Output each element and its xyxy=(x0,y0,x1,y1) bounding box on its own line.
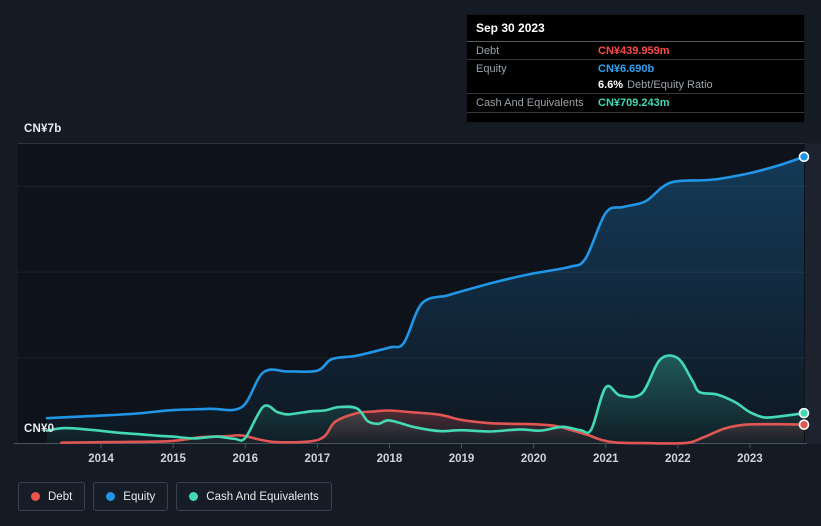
tooltip-debt-value: CN¥439.959m xyxy=(598,44,670,57)
tooltip-row-debt: Debt CN¥439.959m xyxy=(467,42,804,60)
x-axis-label: 2021 xyxy=(593,453,619,465)
x-axis-label: 2014 xyxy=(88,453,114,465)
legend-item-debt[interactable]: Debt xyxy=(18,482,86,511)
equity-end-marker xyxy=(798,151,810,163)
x-axis-label: 2015 xyxy=(160,453,186,465)
debt-equity-ratio-label: Debt/Equity Ratio xyxy=(627,79,713,91)
tooltip-row-cash: Cash And Equivalents CN¥709.243m xyxy=(467,94,804,113)
x-axis-label: 2018 xyxy=(377,453,403,465)
debt-equity-ratio-value: 6.6% xyxy=(598,79,624,91)
tooltip-cash-label: Cash And Equivalents xyxy=(476,97,584,109)
tooltip-equity-label: Equity xyxy=(476,62,507,75)
legend-debt-label: Debt xyxy=(48,490,73,503)
chart-tooltip: Sep 30 2023 Debt CN¥439.959m Equity CN¥6… xyxy=(466,14,805,123)
legend-cash-label: Cash And Equivalents xyxy=(206,490,319,503)
cash-series-dot-icon xyxy=(189,492,199,501)
equity-series-dot-icon xyxy=(106,492,116,501)
debt-series-dot-icon xyxy=(31,492,40,501)
cash-and-equivalents-end-marker xyxy=(798,407,810,419)
x-axis-label: 2017 xyxy=(305,453,331,465)
y-axis-zero-label: CN¥0 xyxy=(24,423,55,435)
y-axis-top-label: CN¥7b xyxy=(24,123,62,135)
tooltip-debt-label: Debt xyxy=(476,44,500,57)
tooltip-date: Sep 30 2023 xyxy=(467,15,804,42)
x-axis-label: 2023 xyxy=(737,453,763,465)
tooltip-row-ratio: 6.6% Debt/Equity Ratio xyxy=(467,77,804,94)
tooltip-cash-value: CN¥709.243m xyxy=(598,97,670,109)
x-axis-label: 2019 xyxy=(449,453,475,465)
x-axis-label: 2022 xyxy=(665,453,691,465)
chart-legend: Debt Equity Cash And Equivalents xyxy=(18,482,332,511)
x-axis-label: 2016 xyxy=(232,453,258,465)
legend-item-equity[interactable]: Equity xyxy=(93,482,169,511)
hover-strip xyxy=(805,143,821,444)
debt-end-marker xyxy=(798,419,810,430)
tooltip-equity-value: CN¥6.690b xyxy=(598,62,655,75)
legend-item-cash[interactable]: Cash And Equivalents xyxy=(176,482,332,511)
x-axis-label: 2020 xyxy=(521,453,547,465)
legend-equity-label: Equity xyxy=(123,490,156,503)
debt-equity-history-card: 2014 2015 2016 2017 2018 2019 2020 2021 2022 2023… xyxy=(0,0,821,526)
tooltip-row-equity: Equity CN¥6.690b xyxy=(467,60,804,77)
